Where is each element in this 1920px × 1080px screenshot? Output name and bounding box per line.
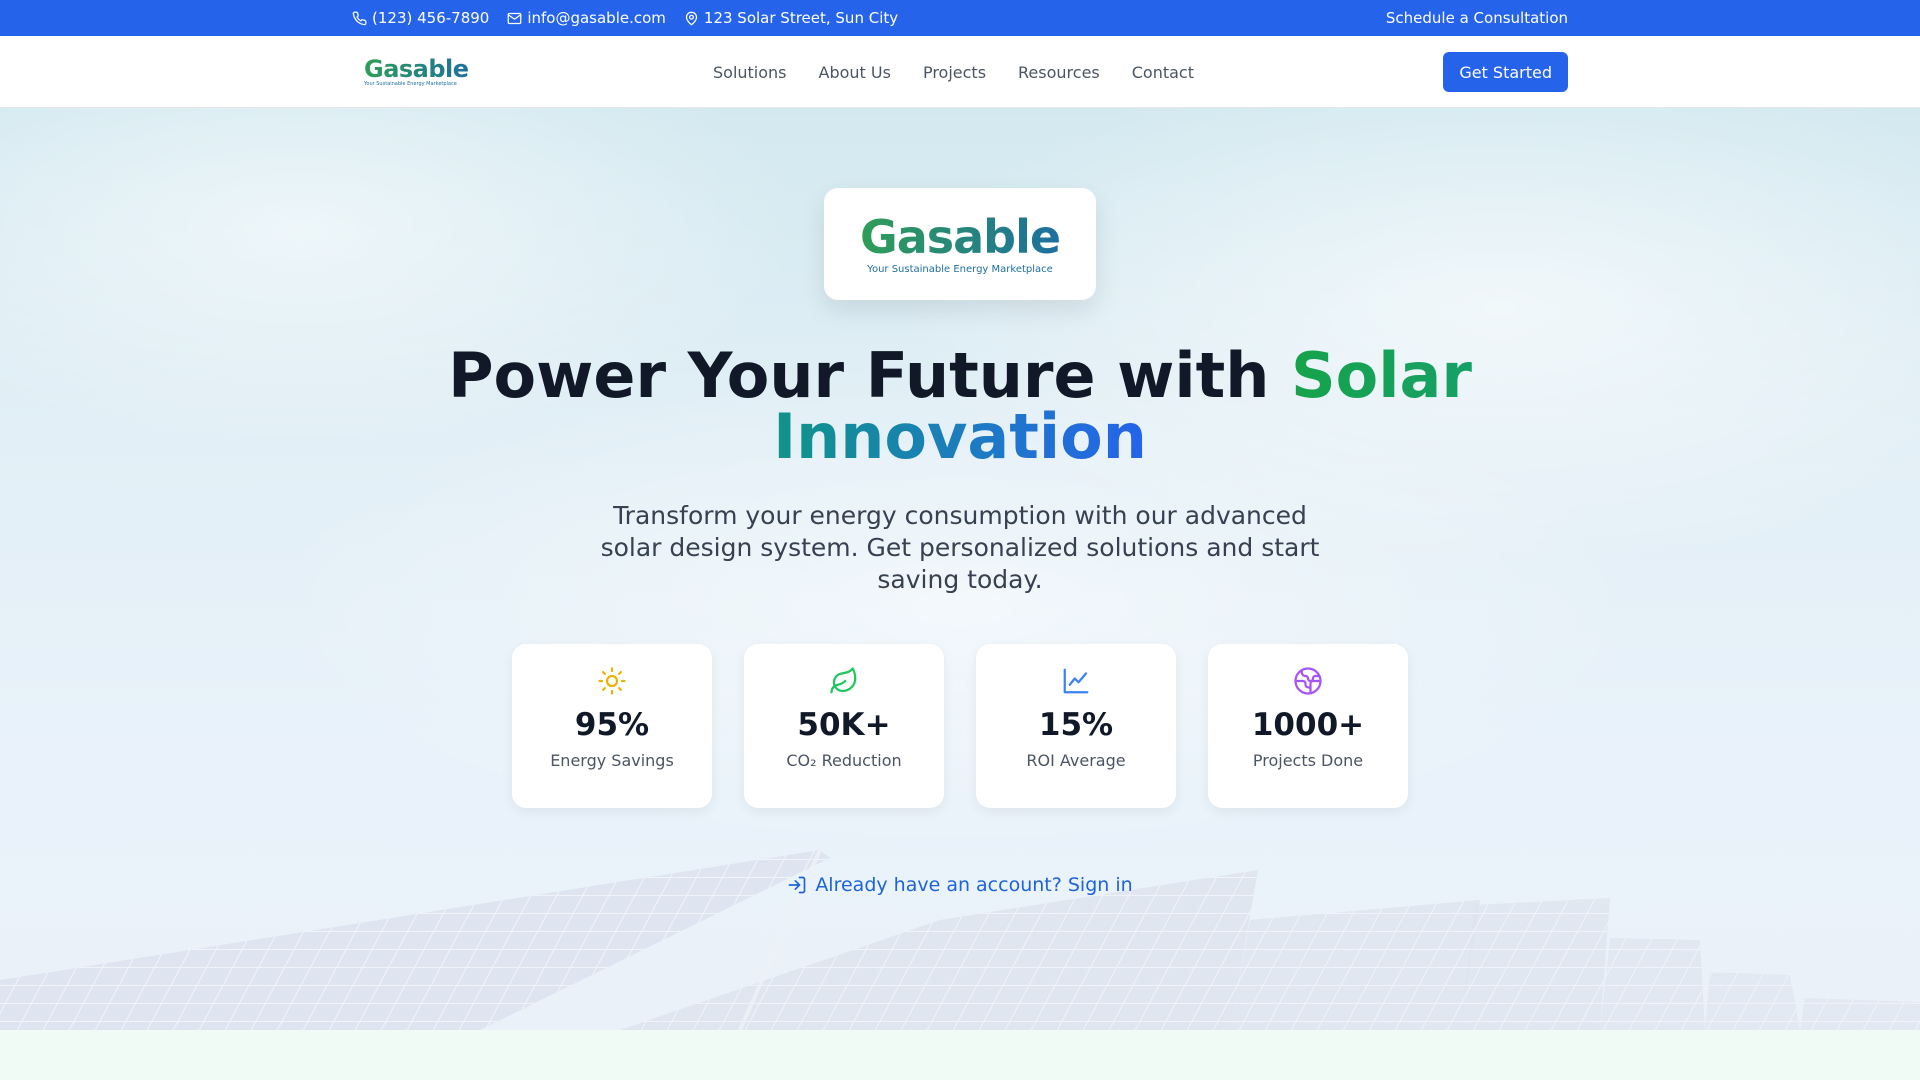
nav-link-about-us[interactable]: About Us: [819, 63, 891, 82]
hero-logo-tagline: Your Sustainable Energy Marketplace: [867, 263, 1053, 275]
stat-label: Projects Done: [1252, 751, 1364, 770]
stat-value: 1000+: [1251, 707, 1365, 743]
nav-links: Solutions About Us Projects Resources Co…: [713, 36, 1194, 108]
map-pin-icon: [685, 11, 698, 25]
headline-accent-solar: Solar: [1291, 339, 1472, 412]
email-address: info@gasable.com: [527, 9, 666, 27]
sun-icon: [598, 667, 626, 695]
stat-label: CO₂ Reduction: [786, 751, 902, 770]
mail-icon: [507, 12, 522, 24]
leaf-icon: [830, 667, 857, 694]
stat-value: 50K+: [797, 707, 891, 743]
get-started-button[interactable]: Get Started: [1443, 52, 1568, 92]
address-contact[interactable]: 123 Solar Street, Sun City: [684, 9, 898, 27]
phone-icon: [352, 11, 367, 25]
nav-link-projects[interactable]: Projects: [923, 63, 986, 82]
sign-in-text: Already have an account? Sign in: [815, 874, 1133, 896]
stats-row: 95% Energy Savings 50K+ CO₂ Reduction 15…: [512, 644, 1408, 808]
line-chart-icon: [1063, 668, 1089, 694]
hero-logo-wordmark: Gasable: [859, 209, 1061, 264]
phone-contact[interactable]: (123) 456-7890: [352, 9, 489, 27]
stat-label: Energy Savings: [550, 751, 674, 770]
nav-logo-tagline: Your Sustainable Energy Marketplace: [364, 81, 457, 87]
stat-value: 15%: [1038, 707, 1114, 743]
contact-list: (123) 456-7890 info@gasable.com 123 Sola…: [352, 9, 898, 27]
nav-link-contact[interactable]: Contact: [1132, 63, 1194, 82]
email-contact[interactable]: info@gasable.com: [507, 9, 666, 27]
sign-in-link[interactable]: Already have an account? Sign in: [0, 874, 1920, 896]
stat-value: 95%: [574, 707, 650, 743]
stat-card-projects-done: 1000+ Projects Done: [1208, 644, 1408, 808]
hero-headline: Power Your Future with Solar Innovation: [360, 345, 1560, 468]
stat-card-energy-savings: 95% Energy Savings: [512, 644, 712, 808]
nav-link-solutions[interactable]: Solutions: [713, 63, 787, 82]
street-address: 123 Solar Street, Sun City: [703, 9, 899, 27]
stat-card-co2-reduction: 50K+ CO₂ Reduction: [744, 644, 944, 808]
phone-number: (123) 456-7890: [372, 9, 490, 27]
hero-section: Gasable Your Sustainable Energy Marketpl…: [0, 108, 1920, 1030]
hero-logo-card: Gasable Your Sustainable Energy Marketpl…: [824, 188, 1096, 300]
stat-label: ROI Average: [1026, 751, 1126, 770]
hero-subheadline: Transform your energy consumption with o…: [600, 501, 1320, 594]
next-section-strip: [0, 1030, 1920, 1080]
nav-logo-wordmark: Gasable: [364, 55, 469, 83]
nav-logo[interactable]: Gasable Your Sustainable Energy Marketpl…: [364, 57, 469, 87]
top-contact-bar: (123) 456-7890 info@gasable.com 123 Sola…: [0, 0, 1920, 36]
main-navbar: Gasable Your Sustainable Energy Marketpl…: [0, 36, 1920, 108]
nav-link-resources[interactable]: Resources: [1018, 63, 1100, 82]
globe-icon: [1294, 667, 1322, 695]
headline-accent-innovation: Innovation: [773, 400, 1147, 473]
solar-panels-background: [0, 849, 1920, 1030]
schedule-consultation-link[interactable]: Schedule a Consultation: [1386, 9, 1568, 27]
log-in-icon: [788, 876, 806, 894]
stat-card-roi-average: 15% ROI Average: [976, 644, 1176, 808]
